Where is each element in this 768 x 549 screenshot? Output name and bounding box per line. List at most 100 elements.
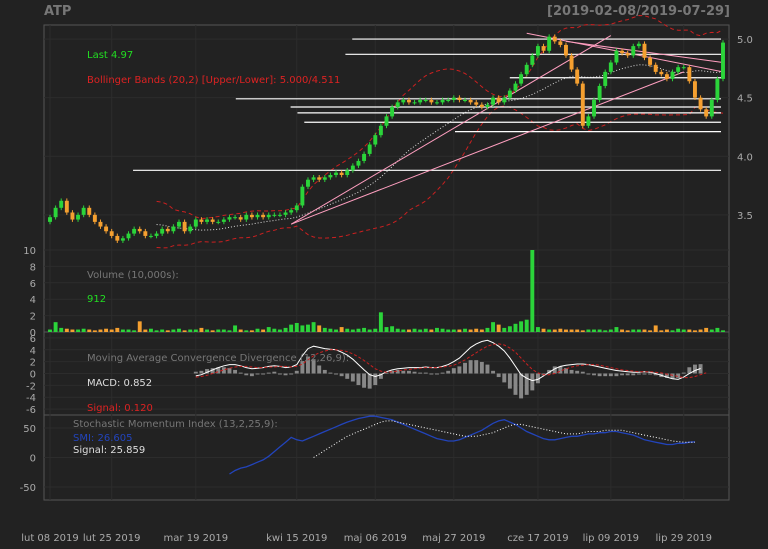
candle-body [362,153,367,161]
macd-histogram-bar [648,373,653,375]
macd-histogram-bar [479,361,484,374]
candle-body [356,160,361,166]
candle-body [468,100,473,103]
macd-histogram-bar [429,373,434,375]
volume-bar [446,329,451,332]
candle-body [193,219,198,227]
volume-bar [636,329,641,332]
macd-y-tick-label: 2 [30,358,36,369]
volume-bar [491,322,496,332]
candle-body [210,219,215,222]
candle-body [535,46,540,56]
macd-y-tick-label: -6 [26,405,36,416]
candle-body [283,212,288,215]
candle-body [451,97,456,100]
volume-bar [345,328,350,332]
price-y-tick-label: 4.0 [737,152,753,163]
candle-body [115,235,120,241]
macd-histogram-bar [614,373,619,377]
macd-histogram-bar [530,373,535,391]
volume-bar [154,330,159,332]
volume-bar [70,329,75,332]
volume-bar [485,327,490,332]
candle-body [182,221,187,232]
volume-bar [479,329,484,332]
volume-bar [564,329,568,332]
volume-bar [620,329,625,332]
candle-body [642,43,647,58]
macd-histogram-bar [524,373,529,395]
macd-histogram-bar [519,373,524,399]
macd-histogram-bar [193,371,198,374]
volume-bar [120,329,125,332]
volume-bar [664,329,669,332]
price-y-tick-label: 5.0 [737,35,753,46]
volume-bar [378,312,383,332]
volume-bar [350,329,355,332]
volume-bar [681,329,686,332]
smi-signal-line [313,420,695,458]
macd-y-tick-label: 0 [30,370,36,381]
macd-histogram-bar [564,368,568,374]
macd-histogram-bar [373,373,378,386]
volume-bar [474,328,479,332]
candle-body [322,177,327,180]
candle-body [165,228,170,232]
candle-body [160,228,165,234]
volume-bar [92,330,97,332]
macd-histogram-bar [294,370,299,374]
macd-histogram-bar [362,373,367,388]
candle-body [519,74,524,84]
volume-bar [87,329,92,332]
volume-bar [244,330,249,332]
macd-value-label: MACD: 0.852 [87,378,152,389]
volume-y-tick-label: 8 [30,262,36,273]
candle-body [98,221,103,227]
candle-body [406,100,411,103]
macd-histogram-bar [406,370,411,374]
volume-bar [715,327,720,332]
volume-bar [306,324,310,332]
volume-bar [199,327,204,332]
candle-body [154,233,159,236]
x-tick-label: maj 27 2019 [422,533,485,544]
volume-bar [530,250,535,332]
volume-bar [463,328,467,332]
candle-body [395,102,400,108]
price-y-tick-label: 3.5 [737,211,753,222]
volume-bar [81,328,86,332]
candle-body [620,50,625,54]
candle-body [266,214,271,218]
smi-title-label: Stochastic Momentum Index (13,2,25,9): [73,419,278,430]
candle-body [676,67,681,72]
candle-body [698,97,703,110]
volume-bar [76,329,81,332]
trendline [290,71,684,225]
volume-bar [502,327,507,332]
volume-bar [687,329,692,332]
volume-bar [328,328,333,332]
macd-histogram-bar [625,373,630,376]
volume-bar [53,322,58,332]
volume-bar [289,324,294,332]
macd-histogram-bar [692,364,697,374]
candle-body [715,78,720,100]
macd-histogram-bar [322,369,327,374]
macd-histogram-bar [569,369,574,374]
candle-body [76,214,81,220]
macd-histogram-bar [272,371,277,374]
macd-histogram-bar [356,373,361,386]
macd-histogram-bar [451,368,456,374]
candle-body [586,116,591,126]
volume-panel-frame [43,249,730,333]
x-tick-label: lut 25 2019 [83,533,141,544]
volume-bar [513,323,518,332]
candle-body [636,43,641,47]
volume-bar [210,330,215,332]
candle-body [87,207,92,215]
volume-bar [395,328,400,332]
smi-line [229,415,696,475]
volume-bar [451,329,456,332]
candle-body [339,172,344,175]
candle-body [412,102,417,104]
